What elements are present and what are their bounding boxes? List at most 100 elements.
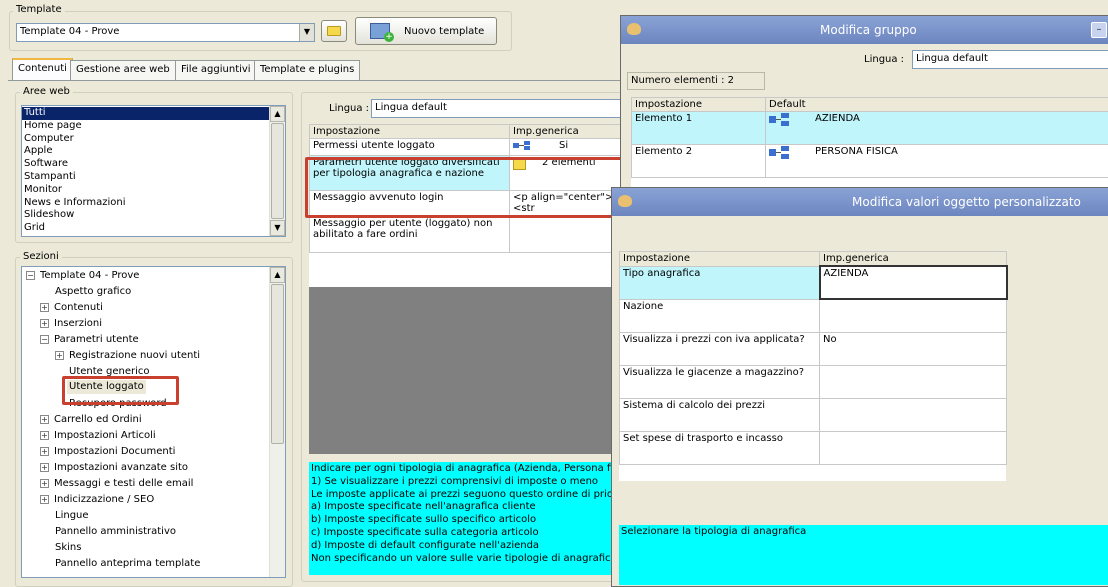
- tree-item[interactable]: +Registrazione nuovi utenti: [55, 349, 200, 363]
- expand-icon[interactable]: +: [40, 495, 49, 504]
- gruppo-table: Impostazione Default Elemento 1 AZIENDA …: [631, 97, 1108, 197]
- tree-item-label: Indicizzazione / SEO: [54, 494, 154, 505]
- list-item[interactable]: Grid: [22, 222, 285, 235]
- list-item[interactable]: News e Informazioni: [22, 197, 285, 210]
- row-value[interactable]: AZIENDA: [820, 266, 1007, 299]
- tab-gestione-aree-web[interactable]: Gestione aree web: [70, 60, 176, 80]
- aree-web-list[interactable]: Tutti Home page Computer Apple Software …: [21, 105, 286, 237]
- tree-item-label: Carrello ed Ordini: [54, 414, 142, 425]
- expand-icon[interactable]: +: [40, 463, 49, 472]
- row-value[interactable]: AZIENDA: [766, 112, 1108, 145]
- column-header-impostazione[interactable]: Impostazione: [620, 252, 820, 267]
- tree-item[interactable]: +Impostazioni avanzate sito: [40, 461, 188, 475]
- row-value[interactable]: PERSONA FISICA: [766, 145, 1108, 178]
- row-value[interactable]: [820, 398, 1007, 431]
- aree-web-scrollbar[interactable]: ▲ ▼: [269, 106, 285, 236]
- open-folder-button[interactable]: [321, 20, 347, 42]
- tab-file-aggiuntivi[interactable]: File aggiuntivi: [175, 60, 257, 80]
- main-lingua-select[interactable]: Lingua default: [371, 99, 631, 118]
- column-header-default[interactable]: Default: [766, 98, 1108, 112]
- description-line: d) Imposte di default configurate nell'a…: [311, 540, 619, 553]
- expand-icon[interactable]: +: [40, 303, 49, 312]
- list-item[interactable]: Software: [22, 158, 285, 171]
- column-header-imp-generica[interactable]: Imp.generica: [510, 125, 622, 139]
- table-row[interactable]: Permessi utente loggato Si: [310, 139, 622, 156]
- list-item[interactable]: Computer: [22, 133, 285, 146]
- template-label: Template: [13, 4, 65, 15]
- tree-item[interactable]: −Parametri utente: [40, 333, 139, 347]
- row-value-text: AZIENDA: [815, 113, 860, 124]
- table-row-selected[interactable]: Tipo anagrafica AZIENDA: [620, 266, 1007, 299]
- tab-contenuti[interactable]: Contenuti: [12, 58, 73, 81]
- tree-item-label: Template 04 - Prove: [40, 270, 139, 281]
- expand-icon[interactable]: +: [40, 479, 49, 488]
- tab-template-plugins[interactable]: Template e plugins: [254, 60, 360, 80]
- table-row[interactable]: Sistema di calcolo dei prezzi: [620, 398, 1007, 431]
- tree-item[interactable]: + Indicizzazione / SEO: [40, 493, 154, 507]
- tree-structure-icon: [769, 113, 791, 127]
- tree-item[interactable]: +Impostazioni Articoli: [40, 429, 156, 443]
- tree-item[interactable]: +Messaggi e testi delle email: [40, 477, 193, 491]
- collapse-icon[interactable]: −: [26, 271, 35, 280]
- list-item[interactable]: Apple: [22, 145, 285, 158]
- gruppo-lingua-value: Lingua default: [916, 53, 988, 64]
- template-select[interactable]: Template 04 - Prove ▼: [16, 23, 315, 42]
- tree-item-label: Skins: [55, 542, 81, 553]
- scroll-up-icon[interactable]: ▲: [270, 267, 285, 283]
- gruppo-lingua-select[interactable]: Lingua default: [912, 50, 1108, 69]
- row-value[interactable]: [820, 365, 1007, 398]
- expand-icon[interactable]: +: [55, 351, 64, 360]
- list-item[interactable]: Home page: [22, 120, 285, 133]
- tree-item[interactable]: Pannello amministrativo: [55, 525, 176, 539]
- expand-icon[interactable]: +: [40, 415, 49, 424]
- row-value-text: PERSONA FISICA: [815, 146, 898, 157]
- tree-item[interactable]: +Impostazioni Documenti: [40, 445, 175, 459]
- template-select-value: Template 04 - Prove: [20, 26, 119, 37]
- valori-description: Selezionare la tipologia di anagrafica: [619, 525, 1108, 585]
- list-item[interactable]: Stampanti: [22, 171, 285, 184]
- scroll-up-icon[interactable]: ▲: [270, 106, 285, 122]
- table-row-selected[interactable]: Elemento 1 AZIENDA: [632, 112, 1108, 145]
- row-value[interactable]: [820, 431, 1007, 464]
- highlight-parametri-row: [305, 157, 633, 218]
- modifica-valori-titlebar[interactable]: Modifica valori oggetto personalizzato: [612, 188, 1108, 216]
- new-template-button[interactable]: + Nuovo template: [355, 17, 497, 45]
- list-item[interactable]: Tutti: [22, 107, 269, 120]
- column-header-imp-generica[interactable]: Imp.generica: [820, 252, 1007, 267]
- expand-icon[interactable]: +: [40, 447, 49, 456]
- tree-item[interactable]: Skins: [55, 541, 81, 555]
- row-name: Nazione: [620, 299, 820, 332]
- scroll-down-icon[interactable]: ▼: [270, 220, 285, 236]
- tree-item[interactable]: +Inserzioni: [40, 317, 102, 331]
- row-value[interactable]: No: [820, 332, 1007, 365]
- modifica-gruppo-titlebar[interactable]: Modifica gruppo –: [621, 16, 1108, 44]
- tree-item[interactable]: Aspetto grafico: [55, 285, 131, 299]
- expand-icon[interactable]: +: [40, 431, 49, 440]
- table-row[interactable]: Nazione: [620, 299, 1007, 332]
- collapse-icon[interactable]: −: [40, 335, 49, 344]
- list-item[interactable]: Slideshow: [22, 209, 285, 222]
- row-value[interactable]: Si: [510, 139, 622, 156]
- column-header-impostazione[interactable]: Impostazione: [310, 125, 510, 139]
- sezioni-scrollbar[interactable]: ▲: [269, 267, 285, 577]
- expand-icon[interactable]: +: [40, 319, 49, 328]
- minimize-button[interactable]: –: [1091, 22, 1107, 38]
- scroll-thumb[interactable]: [271, 123, 284, 219]
- tree-item[interactable]: Lingue: [55, 509, 89, 523]
- row-value[interactable]: [510, 217, 622, 253]
- scroll-thumb[interactable]: [271, 284, 284, 444]
- table-row[interactable]: Elemento 2 PERSONA FISICA: [632, 145, 1108, 178]
- table-row[interactable]: Set spese di trasporto e incasso: [620, 431, 1007, 464]
- tree-item[interactable]: + Carrello ed Ordini: [40, 413, 142, 427]
- column-header-impostazione[interactable]: Impostazione: [632, 98, 766, 112]
- row-value[interactable]: [820, 299, 1007, 332]
- table-row[interactable]: Visualizza le giacenze a magazzino?: [620, 365, 1007, 398]
- chevron-down-icon[interactable]: ▼: [299, 24, 314, 41]
- tab-contenuti-label: Contenuti: [18, 63, 67, 74]
- table-row[interactable]: Visualizza i prezzi con iva applicata? N…: [620, 332, 1007, 365]
- tree-item[interactable]: +Contenuti: [40, 301, 103, 315]
- tree-item[interactable]: Pannello anteprima template: [55, 557, 200, 571]
- tree-item[interactable]: −Template 04 - Prove: [26, 269, 139, 283]
- table-row[interactable]: Messaggio per utente (loggato) non abili…: [310, 217, 622, 253]
- list-item[interactable]: Monitor: [22, 184, 285, 197]
